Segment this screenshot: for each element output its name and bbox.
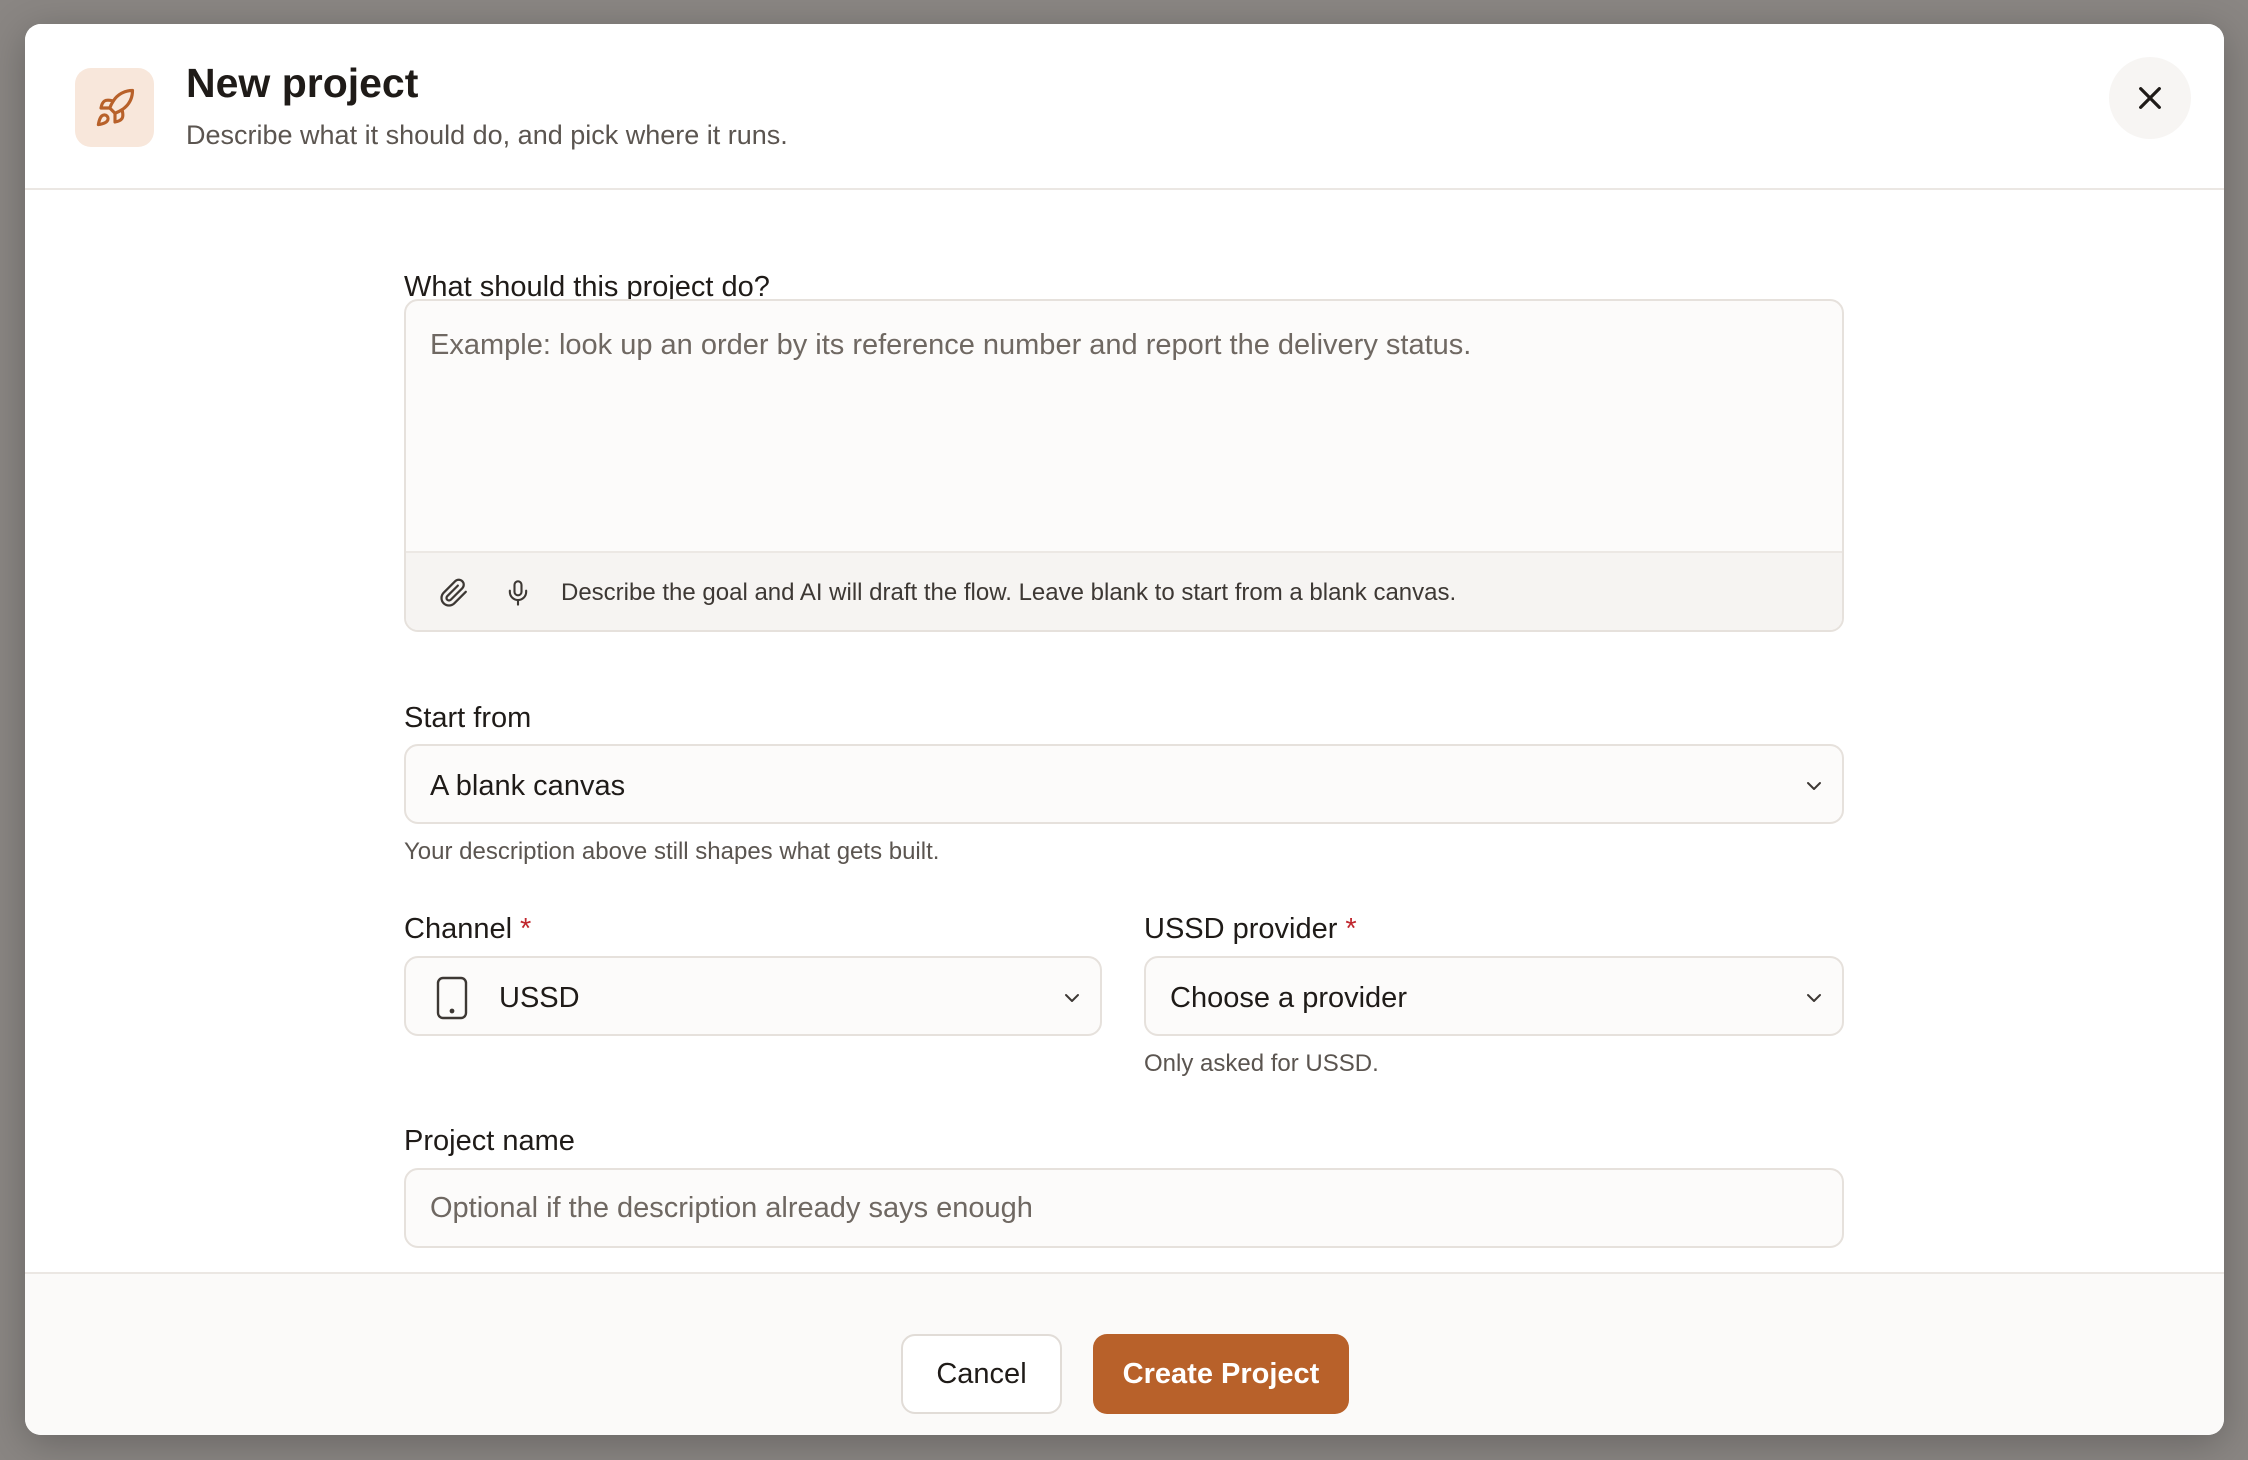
dialog-subtitle: Describe what it should do, and pick whe… [186, 120, 788, 150]
cancel-button[interactable]: Cancel [901, 1334, 1062, 1414]
channel-label-text: Channel [404, 913, 513, 945]
paperclip-icon[interactable] [434, 573, 474, 613]
start-from-label: Start from [404, 702, 532, 734]
dialog-header: New project Describe what it should do, … [25, 24, 2224, 190]
phone-icon [434, 976, 470, 1020]
backdrop-row-text [210, 1432, 630, 1456]
ussd-provider-label-text: USSD provider [1144, 913, 1338, 945]
start-from-select[interactable]: A blank canvas [404, 744, 1844, 824]
chevron-down-icon [1058, 984, 1086, 1012]
ussd-provider-select[interactable]: Choose a provider [1144, 956, 1844, 1036]
start-from-help: Your description above still shapes what… [404, 838, 940, 865]
close-icon [2139, 87, 2161, 109]
description-toolbar: Describe the goal and AI will draft the … [406, 551, 1842, 630]
description-input[interactable] [406, 301, 1842, 551]
rocket-icon [75, 68, 154, 147]
chevron-down-icon [1800, 984, 1828, 1012]
chevron-down-icon [1800, 772, 1828, 800]
create-project-button[interactable]: Create Project [1093, 1334, 1349, 1414]
start-from-value: A blank canvas [430, 770, 626, 802]
channel-value: USSD [499, 982, 580, 1014]
new-project-dialog: New project Describe what it should do, … [25, 24, 2224, 1435]
required-mark: * [1345, 913, 1357, 945]
ussd-provider-value: Choose a provider [1170, 982, 1407, 1014]
microphone-icon[interactable] [498, 573, 538, 613]
dialog-footer: Cancel Create Project [25, 1272, 2224, 1435]
ussd-provider-help: Only asked for USSD. [1144, 1050, 1379, 1077]
description-box: Describe the goal and AI will draft the … [404, 299, 1844, 632]
project-name-input[interactable] [404, 1168, 1844, 1248]
channel-label: Channel * [404, 913, 531, 946]
project-name-label: Project name [404, 1125, 575, 1157]
dialog-body: What should this project do? Describe th [25, 192, 2224, 1296]
ussd-provider-label: USSD provider * [1144, 913, 1357, 946]
description-hint: Describe the goal and AI will draft the … [561, 579, 1457, 606]
dialog-title: New project [186, 60, 419, 106]
required-mark: * [520, 913, 532, 945]
close-button[interactable] [2109, 57, 2191, 139]
channel-select[interactable]: USSD [404, 956, 1102, 1036]
